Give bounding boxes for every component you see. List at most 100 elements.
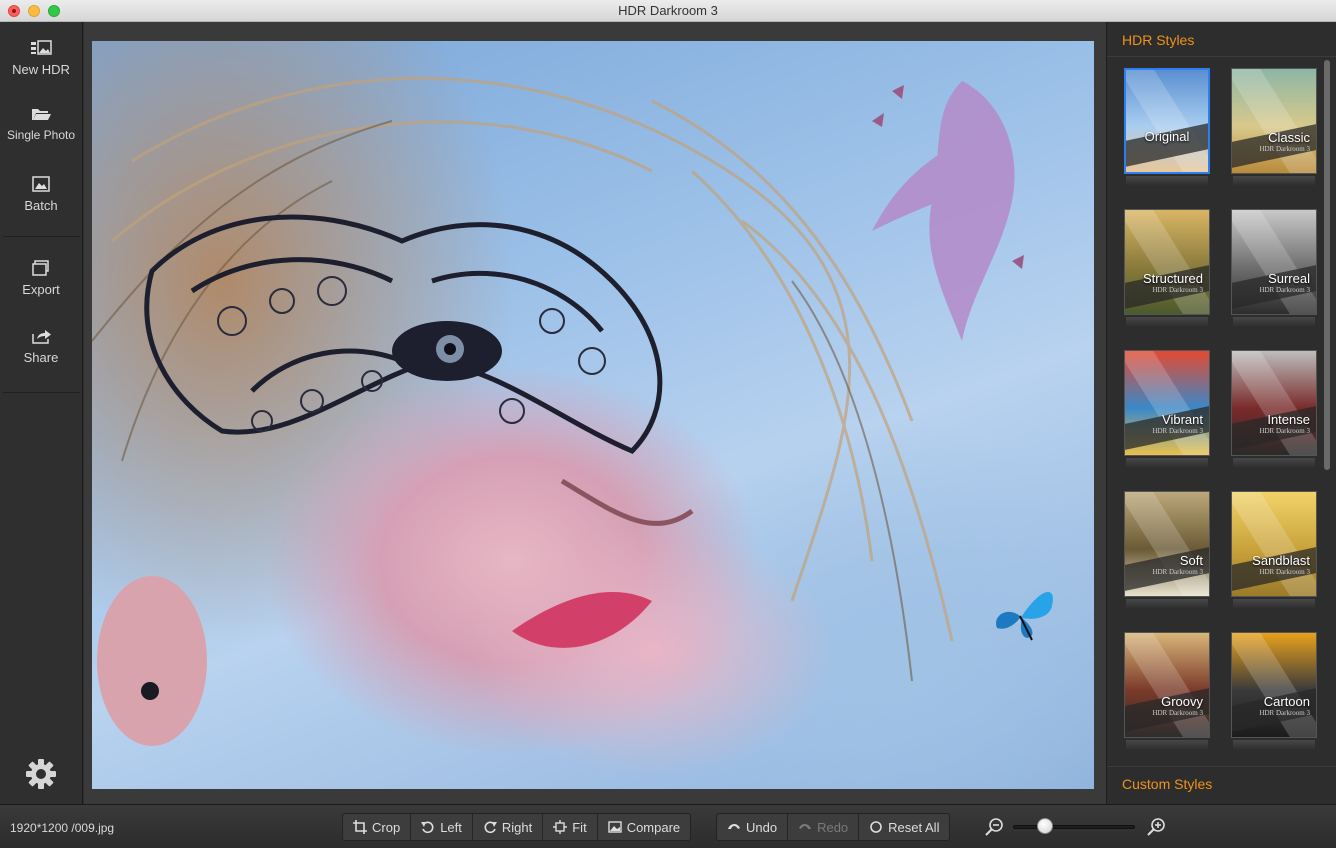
thumbnail-reflection	[1126, 599, 1208, 609]
rotate-left-icon	[421, 821, 434, 834]
style-card-cartoon[interactable]: Cartoon HDR Darkroom 3	[1231, 632, 1317, 750]
style-card-sandblast[interactable]: Sandblast HDR Darkroom 3	[1231, 491, 1317, 609]
share-icon	[32, 330, 51, 344]
fit-icon	[553, 820, 568, 834]
style-watermark: HDR Darkroom 3	[1259, 145, 1310, 153]
style-name: Original	[1144, 129, 1190, 144]
crop-label: Crop	[372, 819, 401, 835]
style-name: Structured	[1143, 271, 1203, 286]
sidebar-item-new-hdr[interactable]: New HDR	[0, 40, 82, 77]
style-thumbnail: Groovy HDR Darkroom 3	[1124, 632, 1210, 738]
style-watermark: HDR Darkroom 3	[1152, 568, 1203, 576]
title-bar: HDR Darkroom 3	[0, 0, 1336, 22]
style-thumbnail: Surreal HDR Darkroom 3	[1231, 209, 1317, 315]
rotate-right-label: Right	[501, 819, 533, 835]
style-card-groovy[interactable]: Groovy HDR Darkroom 3	[1124, 632, 1210, 750]
undo-button[interactable]: Undo	[717, 814, 789, 840]
undo-icon	[728, 823, 740, 829]
style-name: Soft	[1179, 553, 1203, 568]
style-card-classic[interactable]: Classic HDR Darkroom 3	[1231, 68, 1317, 186]
style-watermark: HDR Darkroom 3	[1152, 286, 1203, 294]
style-card-original[interactable]: Original	[1124, 68, 1210, 186]
photo-preview[interactable]	[92, 41, 1094, 789]
style-watermark: HDR Darkroom 3	[1259, 568, 1310, 576]
rotate-left-label: Left	[440, 819, 462, 835]
thumbnail-reflection	[1126, 176, 1208, 186]
style-card-surreal[interactable]: Surreal HDR Darkroom 3	[1231, 209, 1317, 327]
thumbnail-reflection	[1126, 317, 1208, 327]
thumbnail-reflection	[1233, 599, 1315, 609]
batch-icon	[32, 176, 50, 192]
custom-styles-title[interactable]: Custom Styles	[1122, 776, 1212, 792]
reset-icon	[870, 821, 882, 833]
style-name: Intense	[1267, 412, 1310, 427]
sidebar-item-share[interactable]: Share	[0, 328, 82, 365]
style-watermark: HDR Darkroom 3	[1259, 286, 1310, 294]
rotate-right-icon	[484, 821, 497, 834]
zoom-slider-track[interactable]	[1013, 825, 1135, 829]
thumbnail-reflection	[1126, 458, 1208, 468]
sidebar-item-label: New HDR	[12, 62, 70, 77]
style-card-soft[interactable]: Soft HDR Darkroom 3	[1124, 491, 1210, 609]
style-card-vibrant[interactable]: Vibrant HDR Darkroom 3	[1124, 350, 1210, 468]
crop-icon	[353, 820, 367, 834]
left-sidebar: New HDR Single Photo Batch Export Share	[0, 22, 83, 804]
sidebar-divider	[3, 236, 80, 237]
compare-label: Compare	[626, 819, 681, 835]
history-group: Undo Redo Reset All	[716, 813, 951, 841]
style-thumbnail: Structured HDR Darkroom 3	[1124, 209, 1210, 315]
thumbnail-reflection	[1233, 458, 1315, 468]
compare-button[interactable]: Compare	[598, 814, 690, 840]
fairy-illustration	[872, 81, 1024, 341]
gear-icon[interactable]	[24, 757, 58, 791]
butterfly-illustration	[996, 592, 1053, 641]
style-card-intense[interactable]: Intense HDR Darkroom 3	[1231, 350, 1317, 468]
rotate-right-button[interactable]: Right	[473, 814, 544, 840]
zoom-slider-handle[interactable]	[1036, 818, 1053, 834]
fit-button[interactable]: Fit	[543, 814, 598, 840]
new-hdr-icon	[31, 40, 52, 55]
undo-label: Undo	[746, 819, 778, 835]
zoom-out-icon[interactable]	[984, 817, 1004, 837]
crop-button[interactable]: Crop	[343, 814, 412, 840]
sidebar-item-label: Single Photo	[6, 128, 76, 142]
styles-grid: Original Classic HDR Darkroom 3 Structured H…	[1107, 60, 1327, 760]
thumbnail-reflection	[1233, 176, 1315, 186]
style-thumbnail: Classic HDR Darkroom 3	[1231, 68, 1317, 174]
sidebar-item-batch[interactable]: Batch	[0, 176, 82, 213]
sidebar-item-single-photo[interactable]: Single Photo	[0, 106, 82, 142]
sidebar-item-export[interactable]: Export	[0, 260, 82, 297]
thumbnail-reflection	[1126, 740, 1208, 750]
style-name: Sandblast	[1252, 553, 1310, 568]
style-watermark: HDR Darkroom 3	[1152, 427, 1203, 435]
thumbnail-reflection	[1233, 317, 1315, 327]
style-name: Cartoon	[1263, 694, 1310, 709]
app-window: HDR Darkroom 3 New HDR Single Photo Batc…	[0, 0, 1336, 848]
thumbnail-reflection	[1233, 740, 1315, 750]
bottom-toolbar: 1920*1200 /009.jpg Crop Left Right Fit C…	[0, 804, 1336, 848]
compare-icon	[607, 821, 622, 833]
redo-button[interactable]: Redo	[788, 814, 860, 840]
style-thumbnail: Soft HDR Darkroom 3	[1124, 491, 1210, 597]
reset-all-button[interactable]: Reset All	[859, 814, 949, 840]
style-name: Groovy	[1161, 694, 1203, 709]
style-thumbnail: Sandblast HDR Darkroom 3	[1231, 491, 1317, 597]
redo-label: Redo	[817, 819, 849, 835]
style-name: Classic	[1268, 130, 1310, 145]
style-name: Surreal	[1268, 271, 1310, 286]
style-card-structured[interactable]: Structured HDR Darkroom 3	[1124, 209, 1210, 327]
rotate-left-button[interactable]: Left	[411, 814, 473, 840]
reset-all-label: Reset All	[888, 819, 940, 835]
panel-divider	[1107, 766, 1336, 767]
styles-panel: HDR Styles Original Classic HDR Darkroom 3…	[1106, 22, 1336, 804]
style-watermark: HDR Darkroom 3	[1152, 709, 1203, 717]
zoom-in-icon[interactable]	[1146, 817, 1166, 837]
sidebar-item-label: Batch	[24, 198, 58, 213]
styles-scrollbar[interactable]	[1324, 60, 1330, 470]
redo-icon	[799, 823, 812, 829]
sidebar-item-label: Share	[23, 350, 59, 365]
image-info: 1920*1200 /009.jpg	[10, 821, 115, 835]
style-name: Vibrant	[1162, 412, 1203, 427]
fit-label: Fit	[572, 819, 587, 835]
style-thumbnail: Cartoon HDR Darkroom 3	[1231, 632, 1317, 738]
